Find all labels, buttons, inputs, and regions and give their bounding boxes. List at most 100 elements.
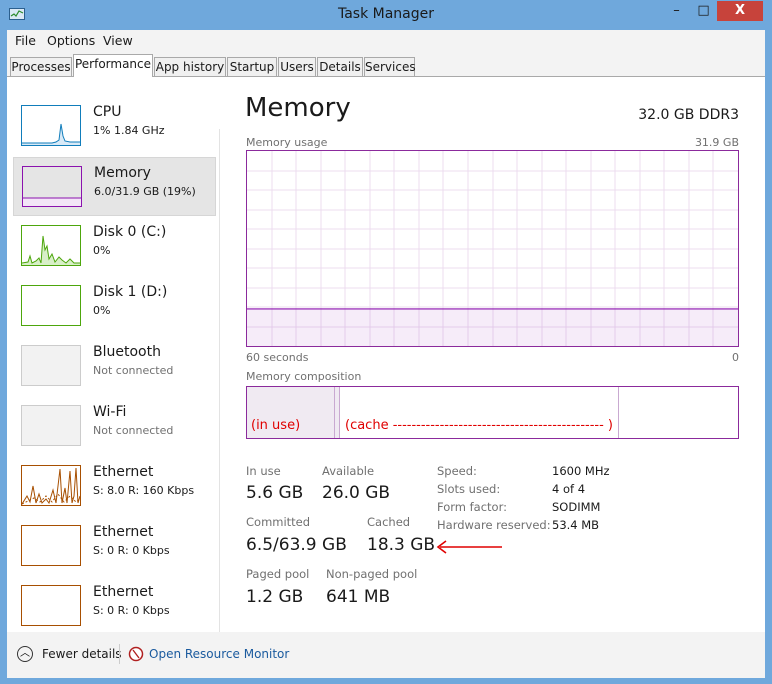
ethernet2-thumbnail-graph [21, 525, 81, 566]
form-factor-value: SODIMM [552, 500, 601, 514]
tab-services[interactable]: Services [364, 57, 416, 76]
sidebar-label: CPU [93, 104, 122, 120]
sidebar-label: Wi-Fi [93, 404, 127, 420]
menu-file[interactable]: File [15, 33, 36, 48]
chevron-up-icon[interactable]: ︿ [17, 646, 33, 662]
speed-value: 1600 MHz [552, 464, 610, 478]
tab-app-history[interactable]: App history [154, 57, 226, 76]
memory-usage-max: 31.9 GB [694, 136, 739, 149]
sidebar-item-cpu[interactable]: CPU 1% 1.84 GHz [13, 97, 216, 156]
cached-label: Cached [367, 515, 411, 529]
composition-modified-segment[interactable] [335, 387, 340, 438]
usage-fill [247, 308, 738, 346]
sidebar-sub: S: 8.0 R: 160 Kbps [93, 484, 195, 497]
sidebar-label: Disk 1 (D:) [93, 284, 168, 300]
maximize-button[interactable]: □ [690, 1, 717, 21]
tab-performance[interactable]: Performance [73, 54, 153, 77]
committed-label: Committed [246, 515, 311, 529]
sidebar-sub: 1% 1.84 GHz [93, 124, 165, 137]
tab-users[interactable]: Users [278, 57, 316, 76]
non-paged-pool-label: Non-paged pool [326, 567, 418, 581]
sidebar-label: Ethernet [93, 524, 154, 540]
sidebar-item-wifi[interactable]: Wi-Fi Not connected [13, 397, 216, 456]
annotation-in-use: (in use) [251, 418, 301, 433]
sidebar-item-ethernet-1[interactable]: Ethernet S: 8.0 R: 160 Kbps [13, 457, 216, 516]
memory-usage-plot [247, 151, 738, 346]
sidebar-item-disk1[interactable]: Disk 1 (D:) 0% [13, 277, 216, 336]
hardware-reserved-label: Hardware reserved: [437, 518, 551, 532]
sidebar-sub: Not connected [93, 364, 174, 377]
time-axis-start: 60 seconds [246, 351, 309, 364]
sidebar-sub: 0% [93, 304, 111, 317]
sidebar-item-memory[interactable]: Memory 6.0/31.9 GB (19%) [13, 157, 216, 216]
close-button[interactable]: X [717, 1, 763, 21]
committed-value: 6.5/63.9 GB [246, 535, 347, 555]
slots-used-value: 4 of 4 [552, 482, 586, 496]
client-area: File Options View Processes Performance … [7, 30, 765, 678]
annotation-cache: (cache ---------------------------------… [345, 418, 613, 433]
window-title: Task Manager [337, 6, 435, 22]
title-bar[interactable]: Task Manager – □ X [0, 0, 772, 30]
memory-usage-label: Memory usage [246, 136, 328, 149]
menu-view[interactable]: View [103, 33, 133, 48]
sidebar-sub: 6.0/31.9 GB (19%) [94, 185, 196, 198]
cached-value: 18.3 GB [367, 535, 436, 555]
composition-standby-boundary [618, 387, 619, 438]
cpu-thumbnail-graph [21, 105, 81, 146]
form-factor-label: Form factor: [437, 500, 507, 514]
task-manager-window: Task Manager – □ X File Options View Pro… [0, 0, 772, 684]
resource-monitor-icon[interactable] [128, 646, 144, 662]
speed-label: Speed: [437, 464, 477, 478]
hardware-reserved-value: 53.4 MB [552, 518, 600, 532]
in-use-label: In use [246, 464, 281, 478]
resource-sidebar: CPU 1% 1.84 GHz Memory 6.0/31.9 GB (19%) [13, 89, 216, 629]
disk1-thumbnail-graph [21, 285, 81, 326]
sidebar-label: Bluetooth [93, 344, 161, 360]
tab-strip: Processes Performance App history Startu… [7, 52, 765, 77]
paged-pool-value: 1.2 GB [246, 587, 304, 607]
sidebar-label: Disk 0 (C:) [93, 224, 167, 240]
memory-total: 32.0 GB DDR3 [638, 107, 739, 123]
disk0-thumbnail-graph [21, 225, 81, 266]
tab-startup[interactable]: Startup [227, 57, 277, 76]
footer-separator [119, 644, 120, 664]
sidebar-label: Memory [94, 165, 151, 181]
tab-processes[interactable]: Processes [10, 57, 72, 76]
footer-bar: ︿ Fewer details Open Resource Monitor [7, 632, 765, 678]
available-label: Available [322, 464, 375, 478]
sidebar-sub: Not connected [93, 424, 174, 437]
ethernet3-thumbnail-graph [21, 585, 81, 626]
annotation-arrow-icon [436, 540, 502, 554]
menu-bar: File Options View [7, 30, 765, 52]
paged-pool-label: Paged pool [246, 567, 310, 581]
in-use-value: 5.6 GB [246, 483, 304, 503]
sidebar-item-bluetooth[interactable]: Bluetooth Not connected [13, 337, 216, 396]
performance-panel: CPU 1% 1.84 GHz Memory 6.0/31.9 GB (19%) [7, 76, 765, 678]
sidebar-item-disk0[interactable]: Disk 0 (C:) 0% [13, 217, 216, 276]
slots-used-label: Slots used: [437, 482, 501, 496]
memory-usage-graph [246, 150, 739, 347]
menu-options[interactable]: Options [47, 33, 95, 48]
sidebar-label: Ethernet [93, 464, 154, 480]
sidebar-sub: S: 0 R: 0 Kbps [93, 544, 170, 557]
memory-thumbnail-graph [22, 166, 82, 207]
wifi-thumbnail-graph [21, 405, 81, 446]
sidebar-sub: S: 0 R: 0 Kbps [93, 604, 170, 617]
memory-detail-pane: Memory 32.0 GB DDR3 Memory usage 31.9 GB… [237, 77, 747, 637]
fewer-details-link[interactable]: Fewer details [42, 647, 122, 661]
bluetooth-thumbnail-graph [21, 345, 81, 386]
ethernet1-thumbnail-graph [21, 465, 81, 506]
open-resource-monitor-link[interactable]: Open Resource Monitor [149, 647, 289, 661]
non-paged-pool-value: 641 MB [326, 587, 391, 607]
minimize-button[interactable]: – [663, 1, 690, 21]
sidebar-sub: 0% [93, 244, 111, 257]
memory-composition-label: Memory composition [246, 370, 362, 383]
time-axis-end: 0 [732, 351, 739, 364]
page-title: Memory [245, 93, 351, 123]
tab-details[interactable]: Details [317, 57, 363, 76]
sidebar-item-ethernet-3[interactable]: Ethernet S: 0 R: 0 Kbps [13, 577, 216, 636]
available-value: 26.0 GB [322, 483, 391, 503]
sidebar-item-ethernet-2[interactable]: Ethernet S: 0 R: 0 Kbps [13, 517, 216, 576]
sidebar-divider [219, 129, 220, 649]
sidebar-label: Ethernet [93, 584, 154, 600]
